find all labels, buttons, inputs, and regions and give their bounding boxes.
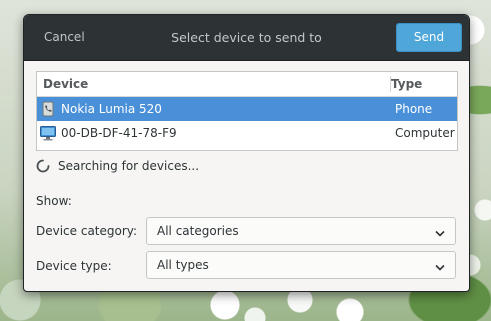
device-list[interactable]: Device Type Nokia Lumia 520 Phone 00-DB-… xyxy=(36,71,458,151)
device-row-nokia-lumia[interactable]: Nokia Lumia 520 Phone xyxy=(37,97,457,121)
device-type: Computer xyxy=(395,126,455,140)
column-header-device[interactable]: Device xyxy=(43,77,88,91)
send-button[interactable]: Send xyxy=(396,23,462,52)
phone-icon xyxy=(40,101,56,117)
device-name: 00-DB-DF-41-78-F9 xyxy=(61,126,177,140)
list-header: Device Type xyxy=(37,72,457,97)
device-type-select[interactable]: All types xyxy=(146,251,456,279)
device-type-label: Device type: xyxy=(36,259,112,273)
chevron-down-icon xyxy=(435,227,445,237)
device-type: Phone xyxy=(395,102,433,116)
device-name: Nokia Lumia 520 xyxy=(61,102,162,116)
select-device-dialog: Cancel Select device to send to Send Dev… xyxy=(23,14,470,292)
device-category-value: All categories xyxy=(157,224,239,238)
chevron-down-icon xyxy=(435,261,445,271)
device-row-computer[interactable]: 00-DB-DF-41-78-F9 Computer xyxy=(37,121,457,145)
device-category-label: Device category: xyxy=(36,224,138,238)
header-bar: Cancel Select device to send to Send xyxy=(24,15,469,61)
device-category-select[interactable]: All categories xyxy=(146,217,456,245)
computer-icon xyxy=(40,125,56,141)
spinner-icon xyxy=(36,159,50,173)
column-header-type[interactable]: Type xyxy=(391,77,422,91)
device-type-value: All types xyxy=(157,258,209,272)
searching-text: Searching for devices... xyxy=(58,159,200,173)
show-label: Show: xyxy=(36,194,72,208)
